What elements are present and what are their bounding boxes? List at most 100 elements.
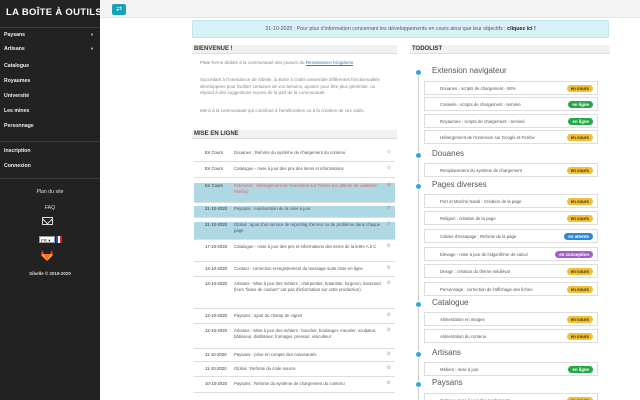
sidebar-item-paysans[interactable]: Paysans ▼ [4,30,96,40]
todo-task[interactable]: Culture : mise à jour des rendementsen c… [424,393,598,400]
caret-down-icon: ▼ [90,32,94,37]
sidebar-item-label: Paysans [4,32,26,38]
status-badge: en cours [566,215,593,222]
sidebar-item-catalogue[interactable]: Catalogue [4,61,96,71]
rk-link[interactable]: Renaissance Kingdoms [306,60,353,65]
todo-task[interactable]: Port et Marché Naval : Création de la pa… [424,194,598,208]
todo-task[interactable]: Religion : création de la page en cours [424,211,598,225]
status-badge: en ligne [568,118,593,125]
status-badge: en cours [566,198,593,205]
gear-icon[interactable]: ⚙ [387,351,391,358]
news-date: 31-10-2020 [205,206,227,211]
gear-icon[interactable]: ⚙ [387,280,391,287]
news-date: En Cours [205,150,223,155]
todo-header: TODOLIST [410,45,610,54]
gear-icon[interactable]: ⚙ [387,205,391,212]
gear-icon[interactable]: ⚙ [387,221,391,228]
status-badge: en cours [566,268,593,275]
news-row[interactable]: 31-10-2020 Paysans : Amélioration de la m… [194,205,395,218]
todo-task[interactable]: Alimentation en images en cours [424,312,598,326]
status-badge: en cours [566,167,593,174]
status-badge: en cours [566,316,593,323]
brand-title[interactable]: LA BOÎTE À OUTILS [6,7,102,18]
gear-icon[interactable]: ⚙ [387,380,391,387]
gear-icon[interactable]: ⚙ [387,243,391,250]
eye-icon[interactable]: ⊙ [387,165,391,172]
sidebar-item-artisans[interactable]: Artisans ▼ [4,44,96,54]
gitlab-fox-icon[interactable] [40,248,54,262]
sidebar-divider [0,141,100,142]
news-row[interactable]: 10-10-2020 Paysans : Refonte du système d… [194,380,395,393]
news-row[interactable]: 11-10-2020 Paysans - prise en compte des … [194,351,395,362]
news-row[interactable]: 14-10-2020 Contact - correction enregistr… [194,265,395,277]
status-badge: en ligne [568,101,593,108]
todo-category: Paysans [432,378,463,387]
todo-task-text: Design : création du thème médiéval [440,269,510,274]
todo-category: Pages diverses [432,180,487,189]
news-date: En Cours [205,166,223,171]
todo-task[interactable]: Hébergement de l'extension sur Google et… [424,130,598,144]
mail-icon[interactable] [42,217,53,225]
todo-task[interactable]: Personnage : correction de l'affichage d… [424,282,598,296]
sidebar-item-royaumes[interactable]: Royaumes [4,76,96,86]
sidebar-item-connexion[interactable]: Connexion [4,161,96,171]
news-row[interactable]: 11-10-2020 Global : Refonte du code sourc… [194,365,395,377]
news-row[interactable]: En Cours Douanes : Refonte du système de … [194,149,395,162]
sidebar-item-inscription[interactable]: Inscription [4,146,96,156]
news-text: Global : Refonte du code source [234,366,296,371]
eye-icon[interactable]: ⊙ [387,149,391,156]
news-row[interactable]: 31-10-2020 Global : ajout d'un service de… [194,221,395,240]
news-date: 10-10-2020 [205,381,227,386]
todo-category: Catalogue [432,298,469,307]
status-badge: en cours [566,286,593,293]
info-link[interactable]: cliquez ici ! [507,26,536,32]
sidebar-item-label: Catalogue [4,63,30,69]
news-row[interactable]: 12-10-2020 Paysans : ajout du champ de vi… [194,312,395,324]
todo-task-text: Elevage - mise à jour de l'algorithme de… [440,252,528,257]
sidebar-item-label: Connexion [4,163,31,169]
sidebar-toggle-button[interactable]: ⇄ [112,4,126,15]
todo-task[interactable]: Elevage - mise à jour de l'algorithme de… [424,247,598,261]
sidebar-item-mines[interactable]: Les mines [4,106,96,116]
todo-category: Extension navigateur [432,66,507,75]
todo-task-text: Port et Marché Naval : Création de la pa… [440,199,522,204]
todo-task-text: Alimentation du contenu [440,334,487,339]
news-date: 17-10-2020 [205,244,227,249]
status-badge: en cours [566,333,593,340]
status-badge: en ligne [568,366,593,373]
gear-icon[interactable]: ⚙ [387,365,391,372]
sidebar: LA BOÎTE À OUTILS Paysans ▼ Artisans ▼ Cat… [0,0,102,400]
gear-icon[interactable]: ⚙ [387,265,391,272]
news-text: Contact - correction enregistrement du m… [234,266,363,271]
todo-task[interactable]: Royaumes - scripts de chargement - termi… [424,114,598,128]
news-row[interactable]: 17-10-2020 Catalogue - mise à jour des pr… [194,243,395,262]
todo-task[interactable]: Cabine d'essayage : Refonte de la page en… [424,229,598,243]
todo-task[interactable]: Alimentation du contenu en cours [424,329,598,343]
todo-task-text: Cabine d'essayage : Refonte de la page [440,234,517,239]
french-flag-icon [56,236,62,243]
sidebar-item-label: Royaumes [4,78,31,84]
sidebar-item-universite[interactable]: Université [4,91,96,101]
news-row[interactable]: En Cours Extension : hébergement de l'ext… [194,182,395,203]
news-row[interactable]: En Cours Catalogue - mise à jour des prix… [194,165,395,178]
todo-task-text: Conseils - scripts de chargement - termi… [440,102,521,107]
todo-task[interactable]: Design : création du thème médiéval en co… [424,264,598,278]
gear-icon[interactable]: ⚙ [387,312,391,319]
news-date: 12-10-2020 [205,313,227,318]
news-header: MISE EN LIGNE [192,130,397,139]
news-date: 14-10-2020 [205,281,227,286]
news-row[interactable]: 14-10-2020 Artisans - Mise à jour des mét… [194,280,395,309]
language-select[interactable]: FR ▾ [39,236,55,243]
todo-task[interactable]: Métiers : mise à jour en ligne [424,362,598,376]
todo-task[interactable]: Douanes - scripts de chargement - 90% en … [424,81,598,95]
eye-icon[interactable]: ⊙ [387,182,391,189]
sidebar-item-label: Les mines [4,108,30,114]
timeline-dot [415,69,422,76]
news-row[interactable]: 12-10-2020 Artisans - Mise à jour des mét… [194,327,395,349]
faq-link[interactable]: FAQ [0,205,100,211]
sidebar-footer: Sibelle © 2019-2020 [29,271,71,276]
todo-task[interactable]: Conseils - scripts de chargement - termi… [424,97,598,111]
gear-icon[interactable]: ⚙ [387,327,391,334]
todo-task[interactable]: Remplacement du système de chargement en … [424,163,598,177]
sidebar-item-personnage[interactable]: Personnage [4,121,96,131]
